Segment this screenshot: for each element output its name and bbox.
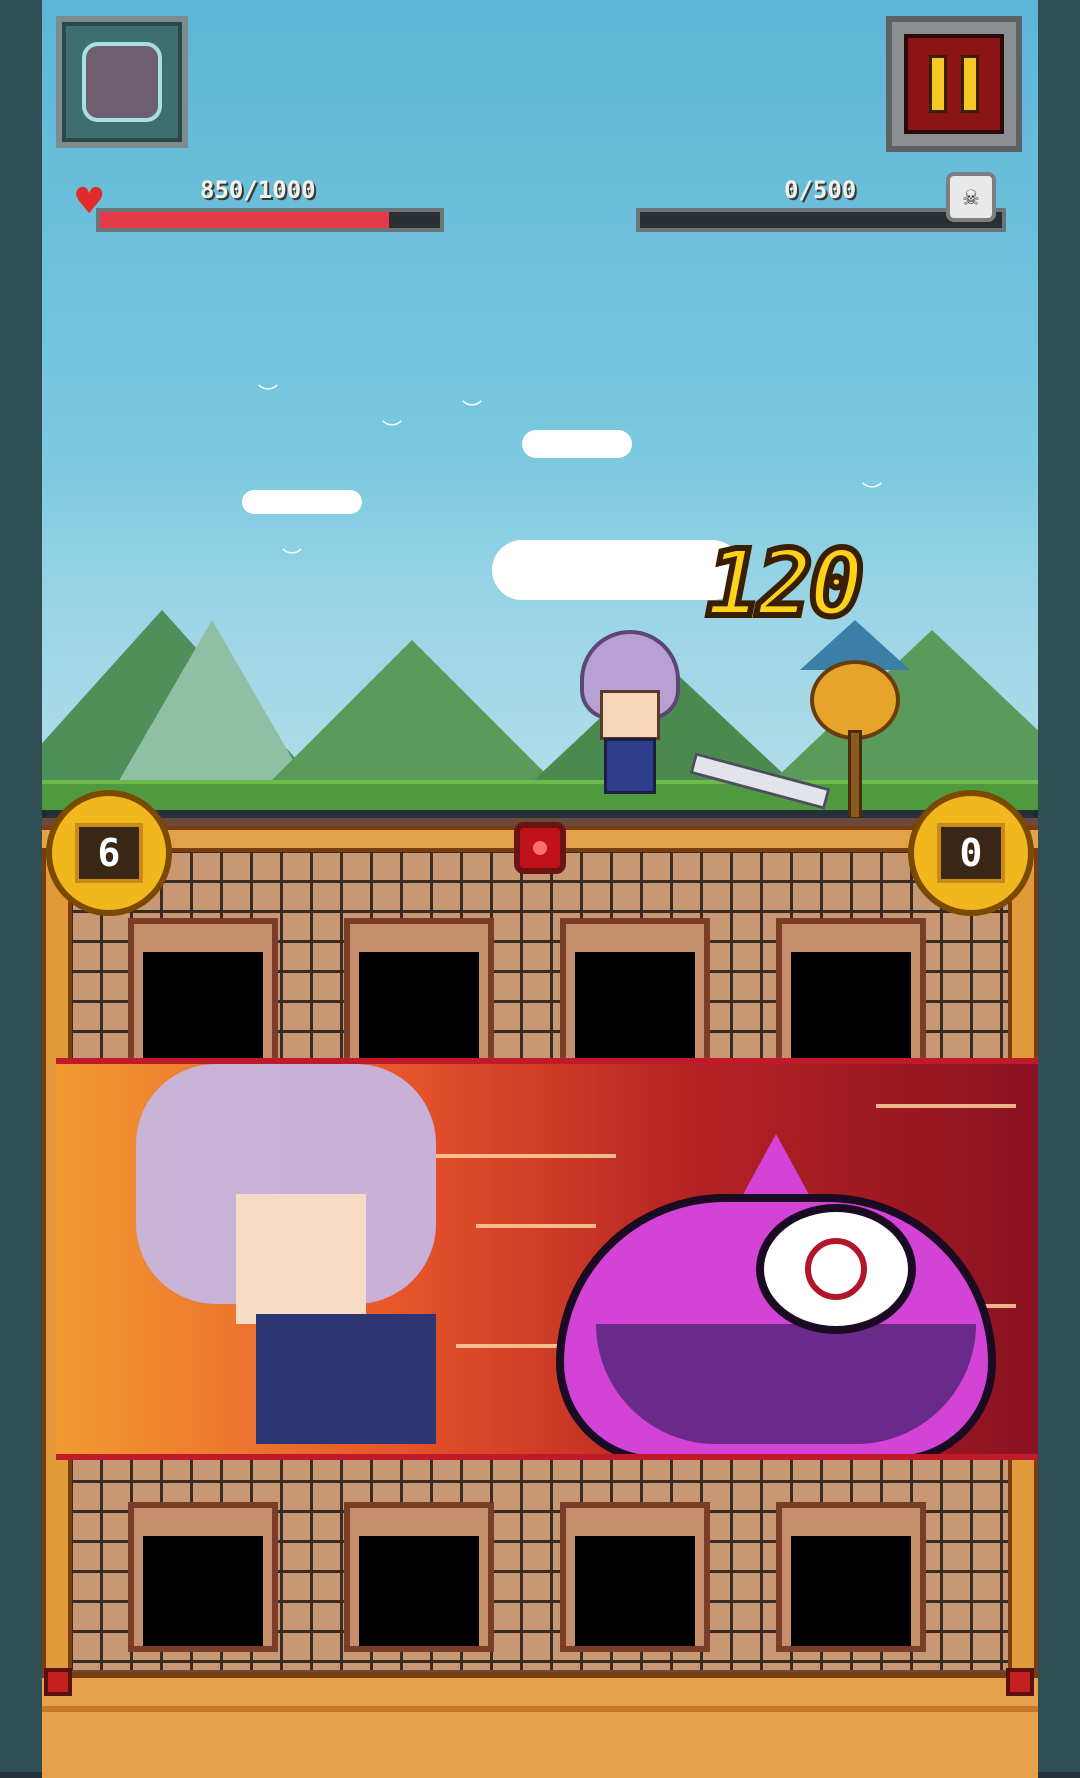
hero-character (560, 630, 700, 810)
hero-face (600, 690, 660, 740)
battle-cutin-banner (56, 1058, 1038, 1460)
slot-opening (359, 952, 479, 1062)
player-hp-text: 850/1000 (200, 176, 316, 204)
gem-shine (533, 841, 547, 855)
bottom-slot-1[interactable] (128, 1502, 278, 1652)
slot-opening (575, 952, 695, 1062)
portrait-face (82, 42, 162, 122)
slot-opening (791, 1536, 911, 1646)
pause-icon (904, 34, 1004, 134)
board-floor (42, 1672, 1038, 1778)
slot-opening (143, 952, 263, 1062)
left-counter-badge: 6 (46, 790, 172, 916)
enemy-hp-text: 0/500 (784, 176, 857, 204)
damage-number: 120 (703, 527, 867, 640)
bird-icon: ︶ (282, 546, 302, 570)
top-slot-3[interactable] (560, 918, 710, 1068)
slot-opening (791, 952, 911, 1062)
slot-opening (359, 1536, 479, 1646)
character-portrait-icon[interactable] (56, 16, 188, 148)
left-counter-value: 6 (75, 823, 143, 883)
hero-closeup-body (256, 1314, 436, 1444)
slime-mouth (596, 1324, 976, 1444)
slot-opening (143, 1536, 263, 1646)
cloud (522, 430, 632, 458)
pause-bar (961, 55, 979, 113)
top-slot-1[interactable] (128, 918, 278, 1068)
left-wall (0, 0, 46, 1772)
right-counter-value: 0 (937, 823, 1005, 883)
slime-eye (756, 1204, 916, 1334)
slot-opening (575, 1536, 695, 1646)
floor-trim (42, 1706, 1038, 1712)
bottom-slot-2[interactable] (344, 1502, 494, 1652)
hero-body (604, 738, 656, 794)
cloud (492, 540, 742, 600)
scarecrow-head (810, 660, 900, 740)
slime-monster (556, 1104, 996, 1454)
bird-icon: ︶ (382, 418, 402, 442)
corner-rivet (1006, 1668, 1034, 1696)
scarecrow-pole (848, 730, 862, 820)
right-wall (1034, 0, 1080, 1772)
top-slot-2[interactable] (344, 918, 494, 1068)
bird-icon: ︶ (862, 480, 882, 504)
hero-closeup-face (236, 1194, 366, 1324)
top-slot-4[interactable] (776, 918, 926, 1068)
scarecrow-enemy (800, 620, 910, 820)
pause-bar (929, 55, 947, 113)
player-hp-fill (100, 212, 389, 228)
slime-pupil (805, 1238, 867, 1300)
skull-icon: ☠ (946, 172, 996, 222)
corner-rivet (44, 1668, 72, 1696)
right-counter-badge: 0 (908, 790, 1034, 916)
pause-button[interactable] (886, 16, 1022, 152)
cloud (242, 490, 362, 514)
bird-icon: ︶ (258, 382, 278, 406)
red-gem-icon (514, 822, 566, 874)
bottom-slot-4[interactable] (776, 1502, 926, 1652)
bird-icon: ︶ (462, 398, 482, 422)
player-hp-bar (96, 208, 444, 232)
bottom-slot-3[interactable] (560, 1502, 710, 1652)
hero-closeup (56, 1064, 456, 1454)
